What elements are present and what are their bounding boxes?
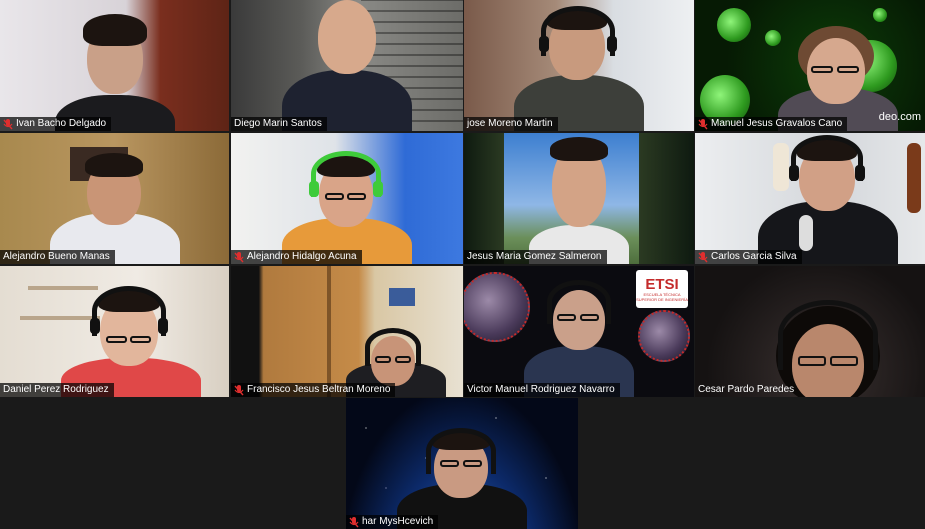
video-tile[interactable]: Daniel Perez Rodriguez [0, 266, 229, 397]
video-tile[interactable]: Jesus Maria Gomez Salmeron [464, 133, 694, 264]
video-gallery: Ivan Bacho Delgado Diego Marin Santos jo… [0, 0, 925, 529]
microphone-muted-icon [698, 118, 708, 129]
microphone-muted-icon [3, 118, 13, 129]
participant-name: Manuel Jesus Gravalos Cano [711, 118, 843, 129]
participant-name-tag: Carlos Garcia Silva [695, 250, 802, 264]
microphone-muted-icon [698, 251, 708, 262]
participant-name: Victor Manuel Rodriguez Navarro [467, 384, 615, 395]
participant-name: Francisco Jesus Beltran Moreno [247, 384, 391, 395]
video-tile[interactable]: jose Moreno Martin [464, 0, 694, 131]
video-tile[interactable]: ETSI ESCUELA TÉCNICA SUPERIOR DE INGENIE… [464, 266, 694, 397]
video-tile[interactable]: Francisco Jesus Beltran Moreno [231, 266, 463, 397]
participant-name-tag: Diego Marin Santos [231, 117, 327, 131]
participant-name-tag: Daniel Perez Rodriguez [0, 383, 114, 397]
video-tile-active-speaker[interactable]: Diego Marin Santos [231, 0, 463, 131]
participant-name-tag: Alejandro Hidalgo Acuna [231, 250, 362, 264]
video-tile[interactable]: Carlos Garcia Silva [695, 133, 925, 264]
participant-name-tag: har MysHcevich [346, 515, 439, 529]
video-tile[interactable]: Cesar Pardo Paredes [695, 266, 925, 397]
video-tile[interactable]: har MysHcevich [346, 398, 578, 529]
participant-name-tag: Jesus Maria Gomez Salmeron [464, 250, 607, 264]
video-tile[interactable]: Alejandro Hidalgo Acuna [231, 133, 463, 264]
participant-name: Ivan Bacho Delgado [16, 118, 107, 129]
participant-name-tag: jose Moreno Martin [464, 117, 558, 131]
etsi-logo: ETSI ESCUELA TÉCNICA SUPERIOR DE INGENIE… [636, 270, 688, 308]
participant-name: Diego Marin Santos [234, 118, 322, 129]
participant-name: Cesar Pardo Paredes [698, 384, 795, 395]
microphone-muted-icon [234, 251, 244, 262]
participant-name: Alejandro Bueno Manas [3, 251, 110, 262]
participant-name: har MysHcevich [362, 516, 434, 527]
participant-name-tag: Cesar Pardo Paredes [695, 383, 799, 397]
microphone-muted-icon [349, 516, 359, 527]
video-tile[interactable]: deo.com Manuel Jesus Gravalos Cano [695, 0, 925, 131]
logo-text: ETSI [645, 275, 679, 293]
video-tile[interactable]: Ivan Bacho Delgado [0, 0, 229, 131]
participant-name-tag: Ivan Bacho Delgado [0, 117, 112, 131]
participant-name: Jesus Maria Gomez Salmeron [467, 251, 602, 262]
participant-name: Alejandro Hidalgo Acuna [247, 251, 357, 262]
participant-name: Carlos Garcia Silva [711, 251, 797, 262]
participant-name: jose Moreno Martin [467, 118, 553, 129]
video-tile[interactable]: Alejandro Bueno Manas [0, 133, 229, 264]
logo-subtext: ESCUELA TÉCNICA SUPERIOR DE INGENIERÍA [636, 291, 688, 302]
microphone-muted-icon [234, 384, 244, 395]
watermark-text: deo.com [878, 111, 921, 123]
participant-name-tag: Manuel Jesus Gravalos Cano [695, 117, 848, 131]
participant-name-tag: Alejandro Bueno Manas [0, 250, 115, 264]
participant-name-tag: Francisco Jesus Beltran Moreno [231, 383, 396, 397]
participant-name-tag: Victor Manuel Rodriguez Navarro [464, 383, 620, 397]
participant-name: Daniel Perez Rodriguez [3, 384, 109, 395]
